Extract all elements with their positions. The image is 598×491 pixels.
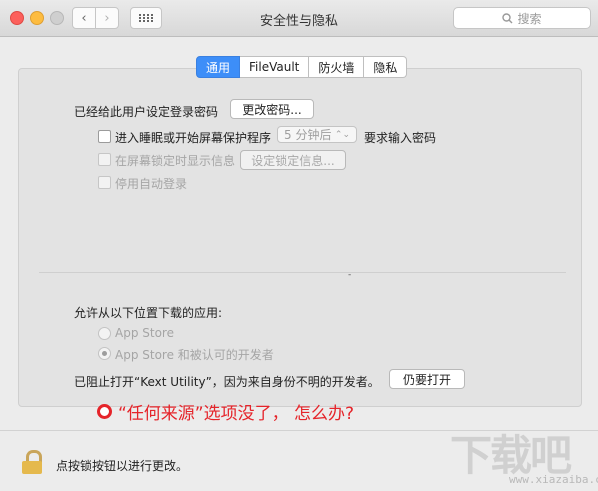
search-field[interactable]: 搜索 (453, 7, 591, 29)
require-password-suffix: 要求输入密码 (364, 131, 437, 145)
tab-general[interactable]: 通用 (196, 56, 241, 78)
blocked-app-message: 已阻止打开“Kext Utility”，因为来自身份不明的开发者。 (74, 375, 380, 389)
open-anyway-button[interactable]: 仍要打开 (389, 369, 465, 389)
annotation-text: “任何来源”选项没了， 怎么办? (118, 404, 355, 424)
annotation: “任何来源”选项没了， 怎么办? (97, 399, 354, 424)
select-value: 5 分钟后 (284, 128, 332, 142)
circle-marker-icon (97, 404, 112, 419)
tab-firewall[interactable]: 防火墙 (309, 56, 365, 78)
require-password-delay-select[interactable]: 5 分钟后 ⌃⌄ (277, 126, 357, 143)
lock-icon[interactable] (22, 450, 42, 474)
downloads-heading: 允许从以下位置下载的应用: (74, 306, 223, 320)
search-placeholder: 搜索 (517, 11, 542, 26)
radio-app-store-identified-label: App Store 和被认可的开发者 (115, 348, 274, 362)
disable-auto-login-checkbox[interactable] (98, 176, 111, 189)
disable-auto-login-label: 停用自动登录 (115, 177, 188, 191)
search-icon (502, 12, 513, 23)
tab-bar: 通用 FileVault 防火墙 隐私 (196, 56, 408, 78)
require-password-checkbox[interactable] (98, 130, 111, 143)
require-password-label: 进入睡眠或开始屏幕保护程序 (115, 131, 272, 145)
radio-app-store-label: App Store (115, 326, 174, 340)
title-bar: ‹ › 安全性与隐私 搜索 (0, 0, 598, 37)
password-set-label: 已经给此用户设定登录密码 (74, 105, 219, 119)
set-lock-message-button[interactable]: 设定锁定信息... (240, 150, 346, 170)
tab-filevault[interactable]: FileVault (240, 56, 310, 78)
section-divider (39, 272, 566, 273)
watermark-url: www.xiazaiba.com (509, 473, 598, 486)
lock-hint-text: 点按锁按钮以进行更改。 (56, 459, 189, 473)
show-message-label: 在屏幕锁定时显示信息 (115, 154, 236, 168)
updown-arrows-icon: ⌃⌄ (334, 129, 350, 140)
radio-app-store[interactable] (98, 327, 111, 340)
tab-privacy[interactable]: 隐私 (364, 56, 408, 78)
show-message-checkbox[interactable] (98, 153, 111, 166)
radio-app-store-identified[interactable] (98, 347, 111, 360)
change-password-button[interactable]: 更改密码... (230, 99, 314, 119)
